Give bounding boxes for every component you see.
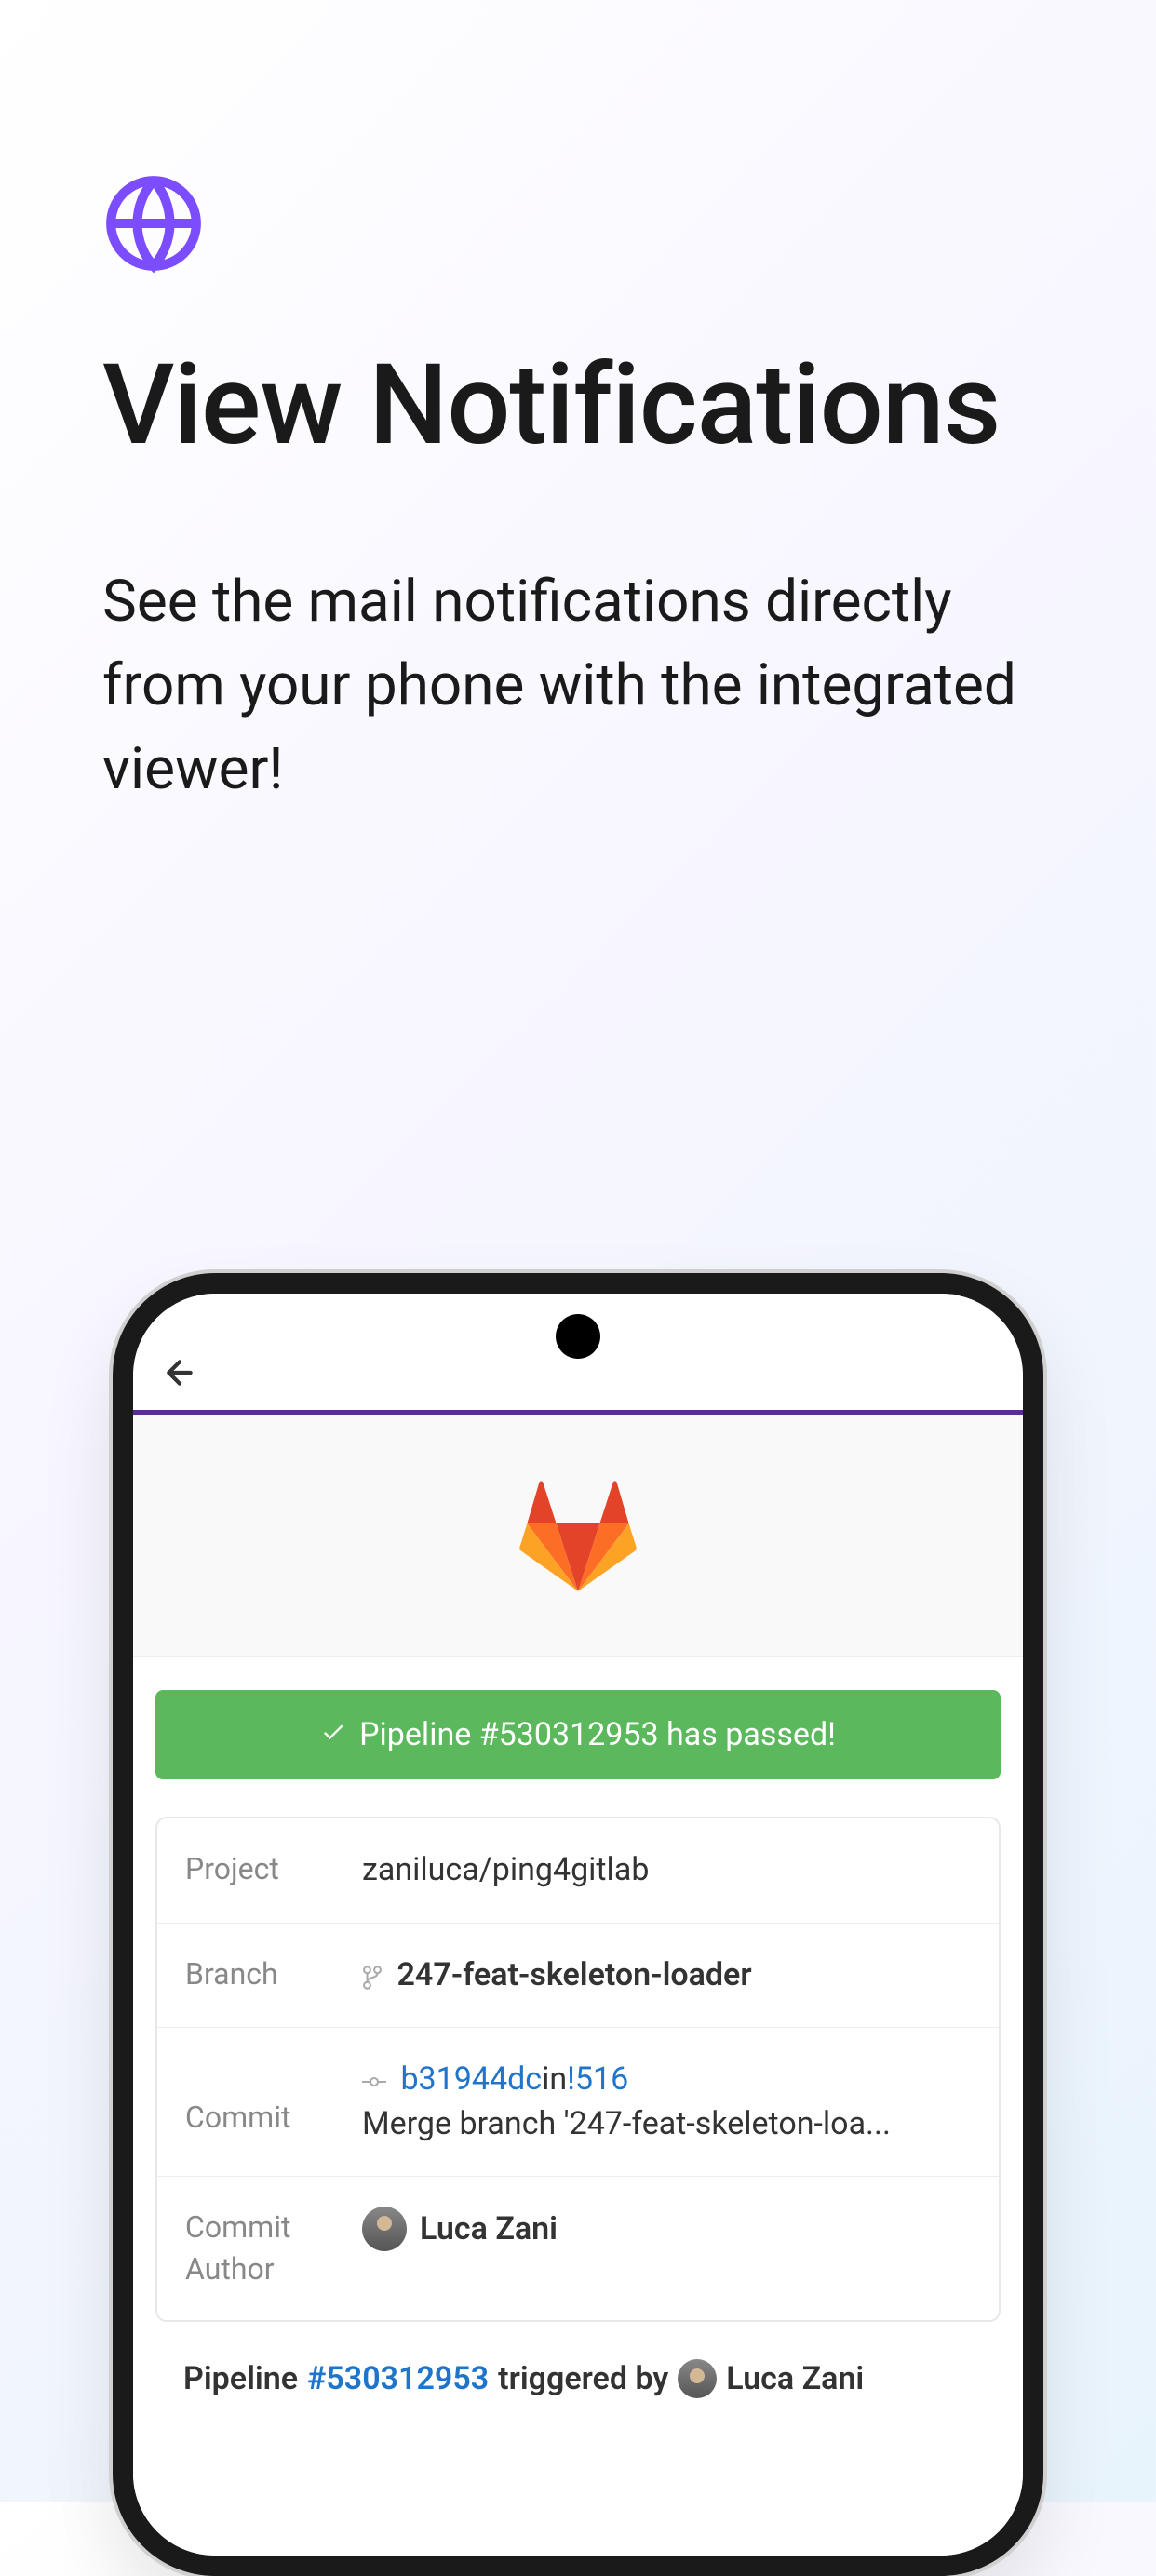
page-title: View Notifications <box>102 344 1054 467</box>
branch-row: Branch 247-feat-skeleton-loader <box>157 1924 999 2029</box>
commit-row: Commit b31944dcin!516 <box>157 2028 999 2177</box>
status-text: Pipeline #530312953 has passed! <box>359 1716 836 1753</box>
author-value[interactable]: Luca Zani <box>362 2207 971 2251</box>
merge-request-link[interactable]: !516 <box>567 2060 628 2098</box>
commit-value: b31944dcin!516 Merge branch '247-feat-sk… <box>362 2058 971 2146</box>
branch-label: Branch <box>185 1953 362 1995</box>
phone-camera <box>556 1314 600 1359</box>
pipeline-info-card: Project zaniluca/ping4gitlab Branch <box>155 1817 1001 2322</box>
check-icon <box>320 1716 346 1753</box>
author-avatar <box>362 2207 407 2251</box>
author-label: Commit Author <box>185 2207 362 2290</box>
pipeline-id-link[interactable]: #530312953 <box>307 2360 489 2397</box>
triggered-by-avatar <box>678 2359 717 2398</box>
back-icon[interactable] <box>161 1354 198 1402</box>
project-label: Project <box>185 1848 362 1890</box>
globe-icon <box>102 172 205 275</box>
commit-icon <box>362 2064 393 2097</box>
branch-value[interactable]: 247-feat-skeleton-loader <box>362 1953 971 1998</box>
project-value[interactable]: zaniluca/ping4gitlab <box>362 1848 971 1893</box>
project-row: Project zaniluca/ping4gitlab <box>157 1818 999 1924</box>
commit-hash-link[interactable]: b31944dc <box>400 2060 542 2098</box>
branch-icon <box>362 1960 389 1992</box>
gitlab-logo-icon <box>518 1480 638 1591</box>
commit-label: Commit <box>185 2058 362 2139</box>
commit-message: Merge branch '247-feat-skeleton-loa... <box>362 2102 971 2147</box>
pipeline-status-banner: Pipeline #530312953 has passed! <box>155 1690 1001 1779</box>
page-subtitle: See the mail notifications directly from… <box>102 560 1054 812</box>
phone-mockup: Pipeline #530312953 has passed! Project … <box>113 1273 1043 2576</box>
pipeline-footer: Pipeline #530312953 triggered by Luca Za… <box>155 2359 1001 2398</box>
author-row: Commit Author Luca Zani <box>157 2177 999 2320</box>
gitlab-banner <box>133 1415 1023 1657</box>
